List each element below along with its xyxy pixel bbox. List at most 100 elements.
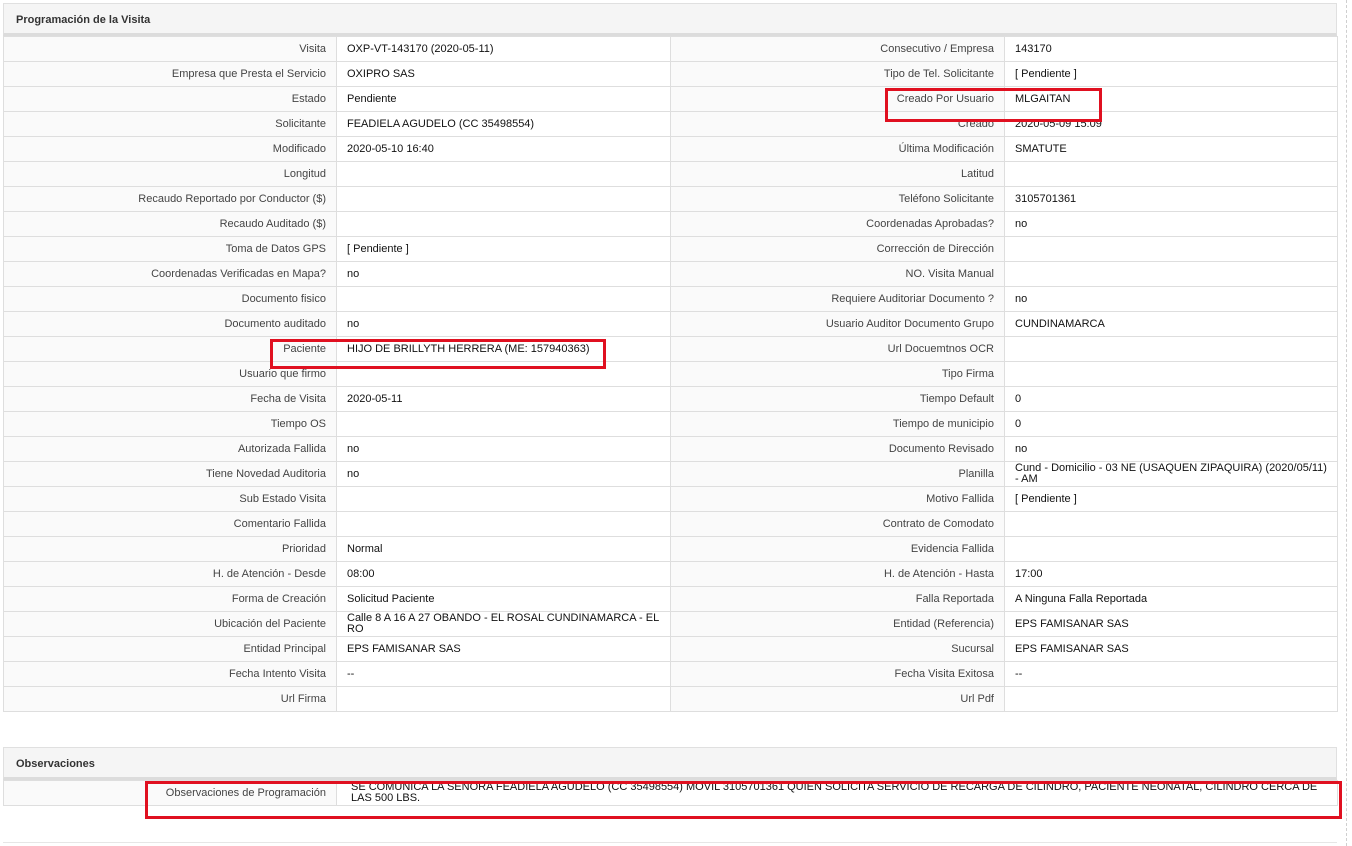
field-label: Sucursal (670, 636, 1005, 662)
field-label: Última Modificación (670, 136, 1005, 162)
field-label: Tipo de Tel. Solicitante (670, 61, 1005, 87)
field-label: Consecutivo / Empresa (670, 36, 1005, 62)
field-label: Teléfono Solicitante (670, 186, 1005, 212)
field-value: Calle 8 A 16 A 27 OBANDO - EL ROSAL CUND… (336, 611, 671, 637)
table-row: Ubicación del Paciente Calle 8 A 16 A 27 … (3, 611, 1338, 637)
programacion-panel: Programación de la Visita Visita OXP-VT-1… (3, 3, 1338, 712)
table-row: Forma de Creación Solicitud Paciente Falla… (3, 586, 1338, 612)
field-label: Tiempo de municipio (670, 411, 1005, 437)
field-value: 3105701361 (1004, 186, 1338, 212)
table-row: Empresa que Presta el Servicio OXIPRO SAS… (3, 61, 1338, 87)
field-label: Autorizada Fallida (3, 436, 337, 462)
field-value: -- (336, 661, 671, 687)
field-label: Fecha de Visita (3, 386, 337, 412)
field-label: Evidencia Fallida (670, 536, 1005, 562)
table-row: Url Firma Url Pdf (3, 686, 1338, 712)
field-label: Visita (3, 36, 337, 62)
field-label: H. de Atención - Hasta (670, 561, 1005, 587)
field-value: SMATUTE (1004, 136, 1338, 162)
field-label: Motivo Fallida (670, 486, 1005, 512)
observaciones-label: Observaciones de Programación (3, 780, 337, 806)
field-value (336, 686, 671, 712)
field-label: Requiere Auditoriar Documento ? (670, 286, 1005, 312)
field-value: CUNDINAMARCA (1004, 311, 1338, 337)
field-label: Documento auditado (3, 311, 337, 337)
table-row: Visita OXP-VT-143170 (2020-05-11) Consecut… (3, 36, 1338, 62)
field-value (1004, 686, 1338, 712)
field-value (336, 361, 671, 387)
field-value (1004, 261, 1338, 287)
field-label: Contrato de Comodato (670, 511, 1005, 537)
table-row: Coordenadas Verificadas en Mapa? no NO. Vi… (3, 261, 1338, 287)
field-value (1004, 511, 1338, 537)
field-value: 0 (1004, 386, 1338, 412)
table-row: Fecha de Visita 2020-05-11 Tiempo Default 0 (3, 386, 1338, 412)
table-row: Longitud Latitud (3, 161, 1338, 187)
field-label: Sub Estado Visita (3, 486, 337, 512)
field-label: Comentario Fallida (3, 511, 337, 537)
field-value: [ Pendiente ] (336, 236, 671, 262)
table-row: Estado Pendiente Creado Por Usuario MLGAITA… (3, 86, 1338, 112)
field-label: Modificado (3, 136, 337, 162)
field-label: Recaudo Reportado por Conductor ($) (3, 186, 337, 212)
field-value: FEADIELA AGUDELO (CC 35498554) (336, 111, 671, 137)
field-value: 2020-05-09 15:09 (1004, 111, 1338, 137)
table-row: Observaciones de Programación SE COMUNIC… (3, 780, 1338, 806)
next-panel-border (3, 842, 1337, 843)
field-value: A Ninguna Falla Reportada (1004, 586, 1338, 612)
field-value: 143170 (1004, 36, 1338, 62)
field-label: Documento Revisado (670, 436, 1005, 462)
field-value: 2020-05-10 16:40 (336, 136, 671, 162)
field-value (336, 211, 671, 237)
table-row: Sub Estado Visita Motivo Fallida[ Pendien… (3, 486, 1338, 512)
table-row: Documento auditado no Usuario Auditor Docu… (3, 311, 1338, 337)
field-value (336, 411, 671, 437)
table-row: Toma de Datos GPS[ Pendiente ] Corrección… (3, 236, 1338, 262)
field-label: H. de Atención - Desde (3, 561, 337, 587)
field-label: Url Pdf (670, 686, 1005, 712)
field-value: MLGAITAN (1004, 86, 1338, 112)
observaciones-panel: Observaciones Observaciones de Programac… (3, 747, 1338, 806)
field-value: no (336, 436, 671, 462)
field-value: EPS FAMISANAR SAS (1004, 636, 1338, 662)
field-label: Url Firma (3, 686, 337, 712)
field-label: Tiempo Default (670, 386, 1005, 412)
field-value (1004, 536, 1338, 562)
table-row: Fecha Intento Visita -- Fecha Visita Exito… (3, 661, 1338, 687)
field-label: Entidad Principal (3, 636, 337, 662)
field-value (336, 486, 671, 512)
field-label: Fecha Visita Exitosa (670, 661, 1005, 687)
field-label: Paciente (3, 336, 337, 362)
field-label: Creado (670, 111, 1005, 137)
field-value (1004, 236, 1338, 262)
field-value: Normal (336, 536, 671, 562)
field-value: Pendiente (336, 86, 671, 112)
table-row: Documento fisico Requiere Auditoriar Docu… (3, 286, 1338, 312)
observaciones-value: SE COMUNICA LA SEÑORA FEADIELA AGUDELO (… (336, 780, 1338, 806)
field-value: 08:00 (336, 561, 671, 587)
table-row: Autorizada Fallida no Documento Revisado no (3, 436, 1338, 462)
field-label: Tiempo OS (3, 411, 337, 437)
field-value: 0 (1004, 411, 1338, 437)
field-value: -- (1004, 661, 1338, 687)
programacion-table: Visita OXP-VT-143170 (2020-05-11) Consecut… (3, 36, 1338, 712)
field-value (1004, 361, 1338, 387)
table-row: Modificado 2020-05-10 16:40 Última Modific… (3, 136, 1338, 162)
field-label: NO. Visita Manual (670, 261, 1005, 287)
field-label: Url Docuemtnos OCR (670, 336, 1005, 362)
field-value: EPS FAMISANAR SAS (1004, 611, 1338, 637)
field-label: Usuario Auditor Documento Grupo (670, 311, 1005, 337)
field-label: Coordenadas Aprobadas? (670, 211, 1005, 237)
table-row: Usuario que firmo Tipo Firma (3, 361, 1338, 387)
field-value: no (1004, 211, 1338, 237)
field-label: Estado (3, 86, 337, 112)
field-value: OXP-VT-143170 (2020-05-11) (336, 36, 671, 62)
field-value (336, 286, 671, 312)
field-label: Documento fisico (3, 286, 337, 312)
field-value: Cund - Domicilio - 03 NE (USAQUEN ZIPAQU… (1004, 461, 1338, 487)
field-label: Solicitante (3, 111, 337, 137)
field-value: no (336, 461, 671, 487)
table-row: Comentario Fallida Contrato de Comodato (3, 511, 1338, 537)
field-value: [ Pendiente ] (1004, 61, 1338, 87)
field-label: Recaudo Auditado ($) (3, 211, 337, 237)
